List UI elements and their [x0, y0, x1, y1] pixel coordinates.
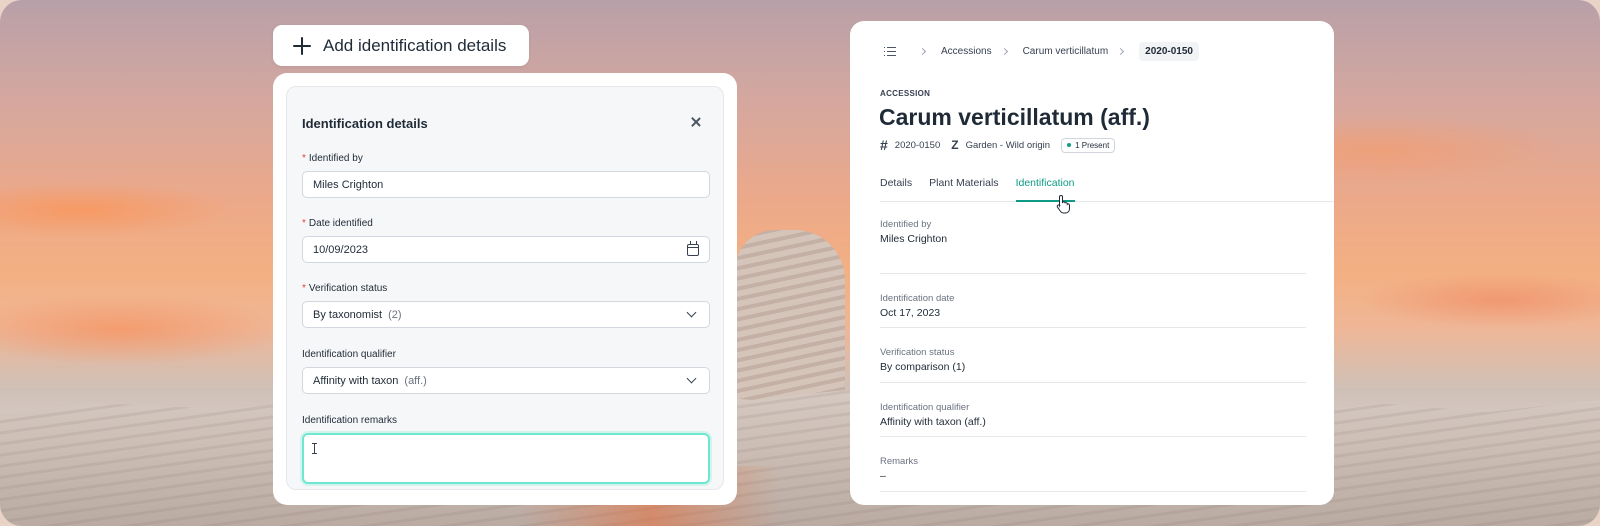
- accession-number: 2020-0150: [894, 139, 941, 151]
- page-title: Carum verticillatum (aff.): [879, 104, 1150, 130]
- list-icon[interactable]: [884, 46, 896, 57]
- chevron-right-icon: [1117, 47, 1125, 55]
- identification-details-list: Identified by Miles Crighton Identificat…: [880, 219, 1306, 492]
- identification-remarks-textarea[interactable]: [302, 433, 710, 484]
- verification-status-label: * Verification status: [302, 283, 388, 294]
- detail-label: Identification qualifier: [880, 401, 970, 413]
- provenance-icon: Z: [951, 138, 959, 152]
- required-asterisk: *: [302, 218, 306, 229]
- verification-status-field: * Verification status By taxonomist (2): [302, 283, 710, 328]
- detail-label: Remarks: [880, 456, 919, 467]
- date-identified-field: * Date identified 10/09/2023: [302, 218, 710, 263]
- detail-row: Remarks –: [880, 437, 1306, 492]
- breadcrumb-accessions[interactable]: Accessions: [941, 46, 992, 57]
- rock-ground: [0, 388, 1600, 526]
- breadcrumb-current: 2020-0150: [1139, 41, 1199, 61]
- close-icon[interactable]: [691, 117, 701, 127]
- identified-by-label: * Identified by: [302, 153, 363, 164]
- status-dot-icon: [1067, 143, 1072, 147]
- identification-qualifier-label: Identification qualifier: [302, 349, 396, 360]
- detail-value: By comparison (1): [880, 361, 966, 373]
- verification-status-value: By taxonomist (2): [313, 308, 402, 321]
- identification-form: Identification details * Identified by Mi…: [286, 86, 724, 490]
- background-photo: [0, 0, 1600, 526]
- chevron-right-icon: [1000, 47, 1008, 55]
- detail-label: Identified by: [880, 219, 932, 230]
- required-asterisk: *: [302, 283, 306, 294]
- detail-row: Identification date Oct 17, 2023: [880, 274, 1306, 328]
- detail-row: Identification qualifier Affinity with t…: [880, 383, 1306, 437]
- chevron-right-icon: [918, 47, 927, 55]
- chevron-down-icon: [686, 307, 697, 318]
- detail-row: Verification status By comparison (1): [880, 328, 1306, 383]
- identification-remarks-label: Identification remarks: [302, 415, 398, 426]
- text-cursor-icon: [312, 443, 317, 454]
- breadcrumb: Accessions Carum verticillatum 2020-0150: [884, 40, 1199, 62]
- identified-by-value: Miles Crighton: [313, 178, 384, 191]
- status-badge: 1 Present: [1061, 137, 1116, 153]
- accession-detail-panel: Accessions Carum verticillatum 2020-0150…: [850, 21, 1334, 505]
- identified-by-field: * Identified by Miles Crighton: [302, 153, 710, 198]
- hash-icon: #: [880, 137, 888, 153]
- detail-row: Identified by Miles Crighton: [880, 219, 1306, 274]
- identification-qualifier-field: Identification qualifier Affinity with t…: [302, 349, 710, 394]
- detail-label: Identification date: [880, 292, 955, 304]
- detail-label: Verification status: [880, 347, 955, 358]
- identification-qualifier-value: Affinity with taxon (aff.): [313, 374, 427, 387]
- required-asterisk: *: [302, 153, 306, 164]
- identified-by-input[interactable]: Miles Crighton: [302, 171, 710, 198]
- add-identification-button[interactable]: Add identification details: [273, 25, 529, 66]
- hand-pointer-icon: [1056, 194, 1070, 214]
- identification-qualifier-select[interactable]: Affinity with taxon (aff.): [302, 367, 710, 394]
- plus-icon: [293, 36, 311, 55]
- form-title: Identification details: [302, 116, 428, 131]
- provenance-text: Garden - Wild origin: [965, 139, 1051, 151]
- tab-plant-materials[interactable]: Plant Materials: [929, 177, 998, 202]
- breadcrumb-taxon[interactable]: Carum verticillatum: [1023, 46, 1109, 57]
- identification-remarks-field: Identification remarks: [302, 415, 710, 484]
- date-identified-input[interactable]: 10/09/2023: [302, 236, 710, 263]
- detail-value: Miles Crighton: [880, 233, 948, 245]
- date-identified-value: 10/09/2023: [313, 243, 369, 256]
- record-type-label: ACCESSION: [880, 89, 931, 98]
- tab-details[interactable]: Details: [880, 177, 912, 202]
- calendar-icon[interactable]: [687, 240, 699, 256]
- record-meta: # 2020-0150 Z Garden - Wild origin 1 Pre…: [880, 137, 1116, 153]
- detail-value: Oct 17, 2023: [880, 306, 941, 319]
- date-identified-label: * Date identified: [302, 218, 373, 229]
- verification-status-select[interactable]: By taxonomist (2): [302, 301, 710, 328]
- tab-bar: Details Plant Materials Identification: [880, 177, 1334, 202]
- detail-value: Affinity with taxon (aff.): [880, 415, 986, 428]
- detail-value: –: [880, 470, 886, 482]
- identification-form-panel: Identification details * Identified by Mi…: [273, 73, 737, 505]
- chevron-down-icon: [686, 373, 697, 384]
- add-identification-label: Add identification details: [323, 35, 507, 55]
